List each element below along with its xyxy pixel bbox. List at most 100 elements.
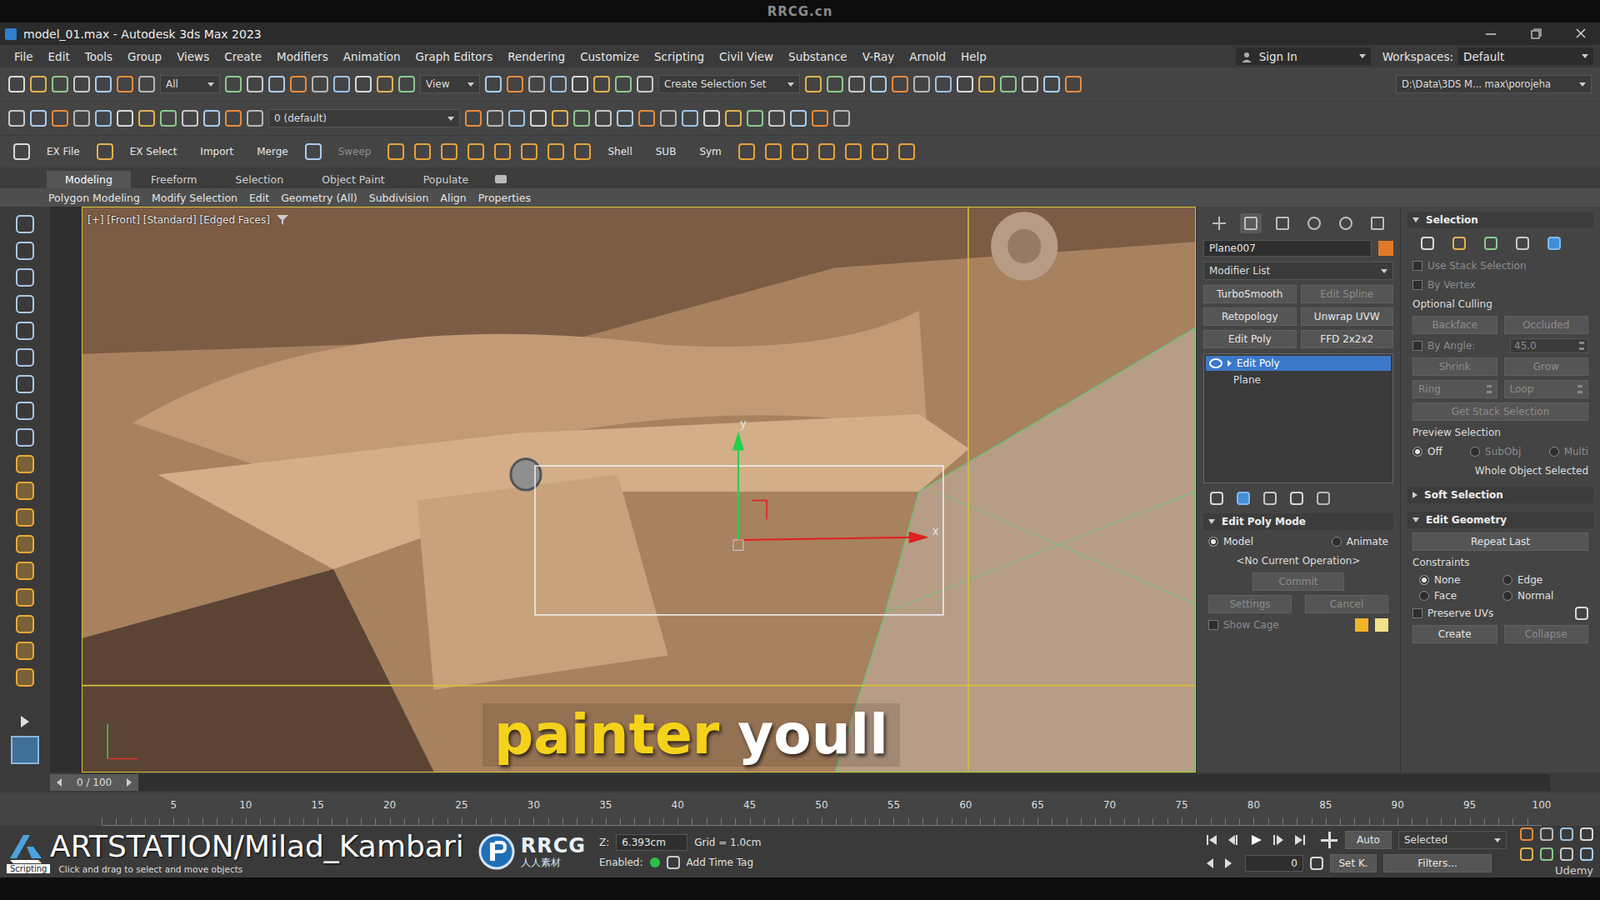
tool-icon[interactable] <box>494 143 511 160</box>
shrink-grow-button[interactable]: Grow <box>1504 357 1590 376</box>
tool-icon[interactable] <box>138 110 155 127</box>
tool-icon[interactable] <box>818 143 835 160</box>
close-icon[interactable] <box>1561 25 1600 43</box>
angle-spinner[interactable]: 45.0 <box>1510 338 1589 354</box>
tool-icon[interactable] <box>73 110 90 127</box>
restore-icon[interactable] <box>1516 25 1555 43</box>
mode-radio[interactable]: Model <box>1208 535 1254 548</box>
geometry-button[interactable]: Create <box>1412 625 1498 644</box>
preview-radio[interactable]: Multi <box>1549 445 1589 458</box>
tool-icon[interactable] <box>467 143 485 160</box>
menu-item[interactable]: Tools <box>77 50 120 64</box>
viewport-label[interactable]: [+] [Front] [Standard] [Edged Faces] <box>87 214 289 226</box>
settings-icon[interactable] <box>1575 606 1589 620</box>
cage-color-swatch[interactable] <box>1355 618 1369 632</box>
minimize-icon[interactable] <box>1471 25 1510 43</box>
viewport-nav-icon[interactable] <box>1580 827 1594 841</box>
tool-icon[interactable] <box>551 110 569 127</box>
tool-icon[interactable] <box>935 75 952 93</box>
tool-icon[interactable] <box>290 75 307 93</box>
tool-icon[interactable] <box>703 110 720 127</box>
tool-icon[interactable] <box>116 75 134 93</box>
menu-item[interactable]: Substance <box>780 50 855 64</box>
tool-icon[interactable] <box>15 641 35 660</box>
add-time-tag[interactable]: Add Time Tag <box>686 856 755 869</box>
rollout-header[interactable]: Soft Selection <box>1407 486 1594 504</box>
tool-icon[interactable] <box>1021 75 1039 93</box>
tool-icon[interactable] <box>8 110 25 127</box>
tool-icon[interactable] <box>15 321 35 340</box>
tool-icon[interactable] <box>520 143 538 160</box>
menu-item[interactable]: Group <box>120 50 170 64</box>
ribbon-panel[interactable]: Modify Selection <box>150 191 240 205</box>
shrink-grow-button[interactable]: Shrink <box>1412 357 1498 376</box>
modifier-button[interactable]: Edit Spline <box>1300 285 1395 304</box>
menu-item[interactable]: Animation <box>335 50 409 64</box>
tool-icon[interactable] <box>116 110 134 127</box>
tool-icon[interactable] <box>681 110 699 127</box>
panel-tab-icon[interactable] <box>1240 213 1262 234</box>
preserve-uvs-checkbox[interactable]: Preserve UVs <box>1412 607 1494 620</box>
tool-icon[interactable] <box>15 561 35 580</box>
tool-icon[interactable] <box>15 215 35 234</box>
tool-icon[interactable] <box>465 110 482 127</box>
tool-icon[interactable] <box>638 110 655 127</box>
viewport[interactable]: yx[+] [Front] [Standard] [Edged Faces]pa… <box>81 206 1196 773</box>
menu-item[interactable]: Civil View <box>711 50 781 64</box>
ribbon-panel[interactable]: Align <box>438 191 468 205</box>
tool-icon[interactable] <box>138 75 155 93</box>
z-coordinate-field[interactable]: 6.393cm <box>615 834 688 851</box>
menu-item[interactable]: Arnold <box>901 50 954 64</box>
tool-icon[interactable] <box>181 110 199 127</box>
tool-icon[interactable] <box>15 428 35 447</box>
stack-item[interactable]: Edit Poly <box>1205 355 1391 371</box>
use-stack-checkbox[interactable]: Use Stack Selection <box>1412 260 1527 272</box>
ribbon-tab[interactable]: Selection <box>217 170 303 189</box>
tool-icon[interactable] <box>225 110 242 127</box>
add-key-icon[interactable] <box>1320 830 1339 850</box>
tool-icon[interactable] <box>956 75 974 93</box>
make-unique-icon[interactable] <box>1263 491 1277 505</box>
expand-icon[interactable] <box>1227 360 1232 367</box>
tool-icon[interactable] <box>574 143 591 160</box>
tool-icon[interactable] <box>398 75 415 93</box>
cancel-button[interactable]: Cancel <box>1305 595 1389 614</box>
expand-icon[interactable] <box>1224 376 1229 384</box>
menu-item[interactable]: V-Ray <box>855 50 903 64</box>
tool-icon[interactable] <box>246 75 264 93</box>
current-frame-field[interactable]: 0 <box>1245 855 1304 872</box>
tool-icon[interactable] <box>414 143 431 160</box>
viewport-nav-icon[interactable] <box>1560 827 1574 841</box>
time-config-icon[interactable] <box>1310 856 1324 870</box>
tool-icon[interactable] <box>1000 75 1017 93</box>
ribbon-tab[interactable]: Modeling <box>46 170 131 189</box>
element-icon[interactable] <box>1547 236 1561 250</box>
object-name-field[interactable]: Plane007 <box>1203 240 1372 257</box>
tool-icon[interactable] <box>246 110 264 127</box>
repeat-last-button[interactable]: Repeat Last <box>1412 532 1589 551</box>
get-stack-selection-button[interactable]: Get Stack Selection <box>1412 402 1589 421</box>
constraint-radio[interactable]: Face <box>1419 590 1499 602</box>
commit-button[interactable]: Commit <box>1252 572 1345 591</box>
tool-icon[interactable] <box>30 75 47 93</box>
tool-icon[interactable] <box>15 668 35 687</box>
menu-item[interactable]: Help <box>953 50 995 64</box>
menu-item[interactable]: Customize <box>572 50 647 64</box>
tool-icon[interactable] <box>550 75 567 93</box>
tool-icon[interactable] <box>593 75 610 93</box>
menu-item[interactable]: Rendering <box>500 50 573 64</box>
expand-icon[interactable] <box>20 715 30 728</box>
preview-radio[interactable]: Off <box>1412 445 1443 458</box>
tool-icon[interactable] <box>595 110 612 127</box>
viewport-nav-icon[interactable] <box>1580 847 1594 861</box>
tool-icon[interactable] <box>791 143 809 160</box>
eye-icon[interactable] <box>1209 376 1220 384</box>
ring-loop-button[interactable]: Loop <box>1504 380 1590 399</box>
modifier-button[interactable]: Retopology <box>1203 307 1297 326</box>
constraint-radio[interactable]: Normal <box>1502 590 1582 602</box>
tool-icon[interactable] <box>15 268 35 287</box>
filter-icon[interactable] <box>276 215 289 225</box>
tool-icon[interactable] <box>913 75 930 93</box>
panel-tab-icon[interactable] <box>1335 213 1357 234</box>
tool-icon[interactable] <box>738 143 755 160</box>
